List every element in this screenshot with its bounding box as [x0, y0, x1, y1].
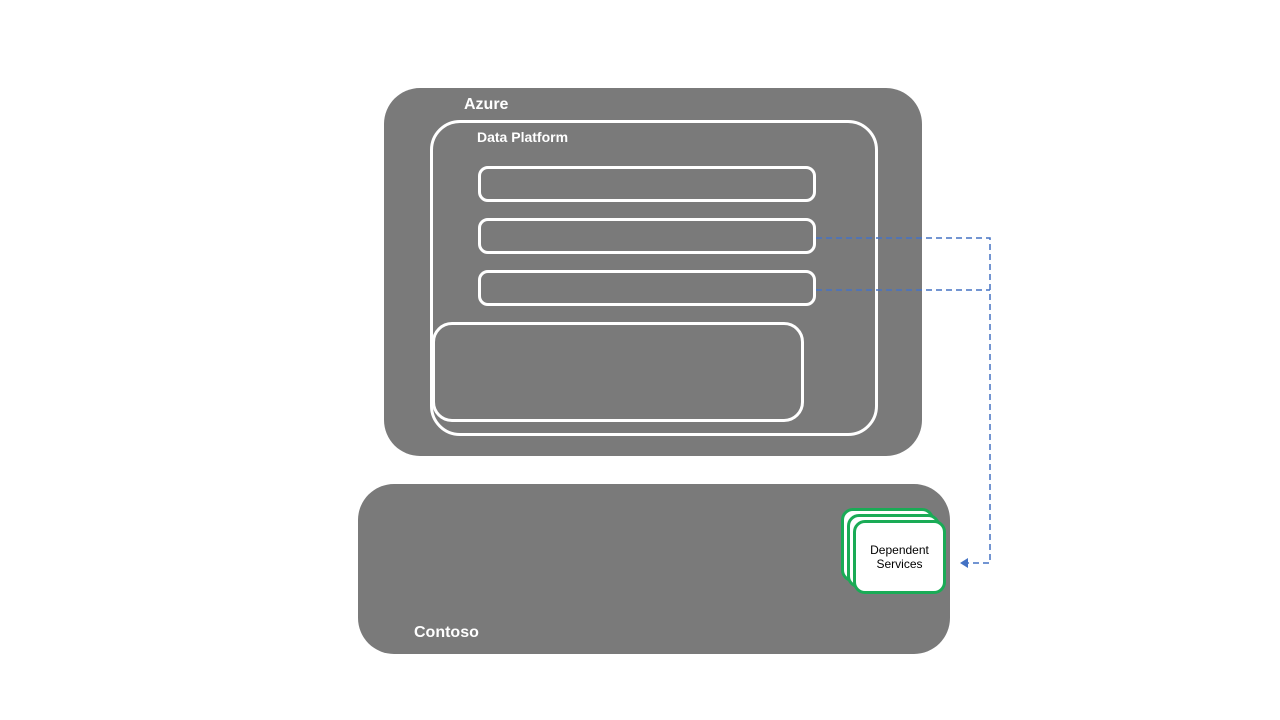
azure-label: Azure [464, 96, 508, 114]
azure-container: Azure Data Platform [384, 88, 922, 456]
platform-slot-1 [478, 166, 816, 202]
platform-slot-3 [478, 270, 816, 306]
platform-slot-2 [478, 218, 816, 254]
dependent-services-label-line2: Services [876, 557, 922, 571]
contoso-container: Contoso Dependent Services [358, 484, 950, 654]
data-platform-label: Data Platform [477, 129, 568, 145]
dependent-services-label-line1: Dependent [870, 543, 929, 557]
connector-arrowhead-icon [960, 558, 968, 568]
dependent-services-card-front: Dependent Services [853, 520, 946, 594]
platform-slot-4 [432, 322, 804, 422]
contoso-label: Contoso [414, 624, 479, 642]
